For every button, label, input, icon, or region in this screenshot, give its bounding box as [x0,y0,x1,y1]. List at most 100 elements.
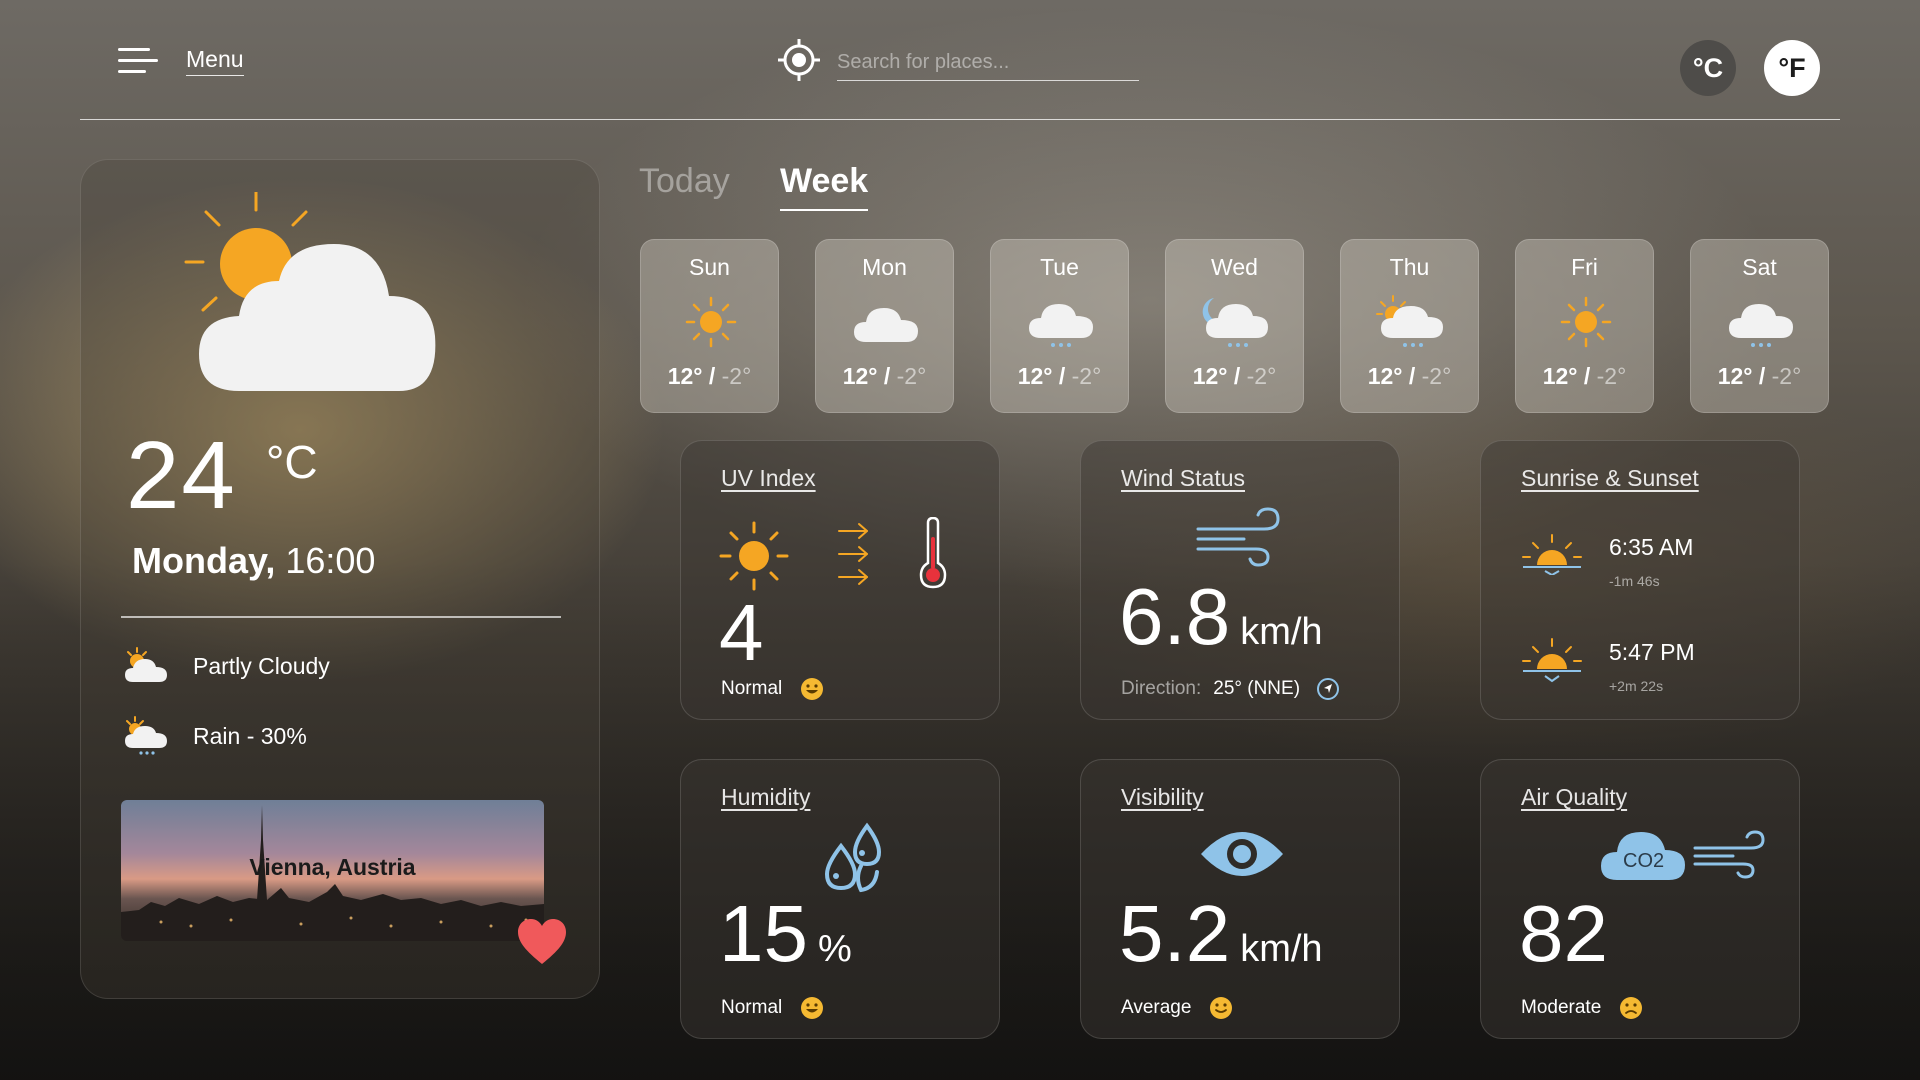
sun-icon [685,296,737,348]
forecast-card-mon[interactable]: Mon 12° / -2° [815,239,954,413]
forecast-temp: 12° / -2° [667,363,752,389]
forecast-day: Sun [689,254,730,280]
happy-face-icon [801,997,824,1019]
wind-direction: Direction: 25° (NNE) [1121,677,1340,701]
sad-face-icon [1620,997,1643,1019]
sunrise-time: 6:35 AM [1609,534,1694,560]
visibility-unit: km/h [1240,928,1323,970]
forecast-day: Tue [1040,254,1079,280]
humidity: 15% [719,894,852,974]
uv-status: Normal [721,677,824,701]
wind-direction-label: Direction: [1121,678,1202,699]
forecast-day: Wed [1211,254,1258,280]
humidity-value: 15 [719,889,808,978]
thermometer-icon [919,517,947,589]
air-quality-status-label: Moderate [1521,997,1602,1018]
visibility-card: Visibility 5.2 km/h Average [1080,759,1400,1039]
menu-label: Menu [186,46,244,76]
water-drops-icon [824,822,882,893]
night-snow-cloud-icon [1202,298,1268,347]
air-quality-value: 82 [1519,889,1608,978]
forecast-day: Mon [862,254,907,280]
forecast-low: -2° [1071,363,1102,389]
wind-speed: 6.8 km/h [1119,577,1323,657]
sunrise-sunset-card: Sunrise & Sunset 6:35 AM -1m 46s 5:47 PM… [1480,440,1800,720]
locate-icon[interactable] [778,39,820,81]
wind-status-card: Wind Status 6.8 km/h Direction: 25° (NNE) [1080,440,1400,720]
condition-label: Rain - 30% [193,722,307,749]
temperature-unit: °C [266,436,318,488]
snow-cloud-icon [1729,304,1793,347]
forecast-card-thu[interactable]: Thu 12° / -2° [1340,239,1479,413]
wind-direction-value: 25° (NNE) [1213,678,1301,699]
top-bar: Menu °C °F [80,0,1840,120]
co2-label: CO2 [1623,850,1665,872]
current-time: 16:00 [285,540,376,581]
forecast-high: 12° [1367,363,1403,389]
forecast-temp: 12° / -2° [1542,363,1627,389]
sunset-time: 5:47 PM [1609,639,1695,665]
forecast-temp: 12° / -2° [842,363,927,389]
forecast-temp: 12° / -2° [1717,363,1802,389]
celsius-button[interactable]: °C [1680,40,1736,96]
fahrenheit-button[interactable]: °F [1764,40,1820,96]
humidity-status: Normal [721,996,824,1020]
air-quality-title: Air Quality [1521,784,1628,810]
city-card[interactable]: Vienna, Austria [121,800,544,941]
current-temperature: 24 [126,422,237,529]
uv-index-title: UV Index [721,465,816,491]
forecast-low: -2° [721,363,752,389]
heart-icon[interactable] [516,918,568,966]
tab-week[interactable]: Week [780,162,869,211]
humidity-card: Humidity 15% Normal [680,759,1000,1039]
forecast-card-tue[interactable]: Tue 12° / -2° [990,239,1129,413]
forecast-low: -2° [896,363,927,389]
humidity-status-label: Normal [721,997,783,1018]
forecast-day: Sat [1742,254,1777,280]
sunset-delta: +2m 22s [1609,678,1664,694]
forecast-temp: 12° / -2° [1017,363,1102,389]
forecast-card-fri[interactable]: Fri 12° / -2° [1515,239,1654,413]
sunset-icon [1522,638,1582,683]
hamburger-icon [118,48,160,74]
partly-cloudy-icon [125,647,167,682]
forecast-card-sun[interactable]: Sun 12° / -2° [640,239,779,413]
visibility: 5.2 km/h [1119,894,1323,974]
forecast-low: -2° [1246,363,1277,389]
air-quality-status: Moderate [1521,996,1643,1020]
forecast-high: 12° [1017,363,1053,389]
wind-icon [1196,507,1280,567]
uv-index-value: 4 [719,588,764,677]
forecast-high: 12° [1192,363,1228,389]
sun-icon [1560,296,1612,348]
partly-cloudy-snow-icon [1376,295,1443,347]
current-datetime: Monday, 16:00 [132,540,375,582]
forecast-day: Thu [1389,254,1430,280]
condition-row: Rain - 30% [123,716,307,756]
uv-index-card: UV Index 4 Normal [680,440,1000,720]
forecast-high: 12° [667,363,703,389]
condition-label: Partly Cloudy [193,652,330,679]
search-input[interactable] [837,44,1139,81]
smile-face-icon [1210,997,1233,1019]
forecast-day: Fri [1571,254,1598,280]
tab-today[interactable]: Today [639,162,730,201]
wind-speed-unit: km/h [1240,611,1323,653]
uv-status-label: Normal [721,678,783,699]
forecast-temp: 12° / -2° [1192,363,1277,389]
forecast-low: -2° [1596,363,1627,389]
eye-icon [1201,832,1283,876]
divider [121,616,561,618]
sun-icon [719,521,789,591]
cloud-icon [854,308,918,342]
forecast-high: 12° [1717,363,1753,389]
forecast-card-sat[interactable]: Sat 12° / -2° [1690,239,1829,413]
forecast-low: -2° [1771,363,1802,389]
forecast-card-wed[interactable]: Wed 12° / -2° [1165,239,1304,413]
happy-face-icon [801,678,824,700]
city-name: Vienna, Austria [249,854,416,880]
compass-icon [1317,678,1340,700]
visibility-status: Average [1121,996,1233,1020]
menu-button[interactable]: Menu [118,46,244,76]
wind-status-title: Wind Status [1121,465,1245,491]
